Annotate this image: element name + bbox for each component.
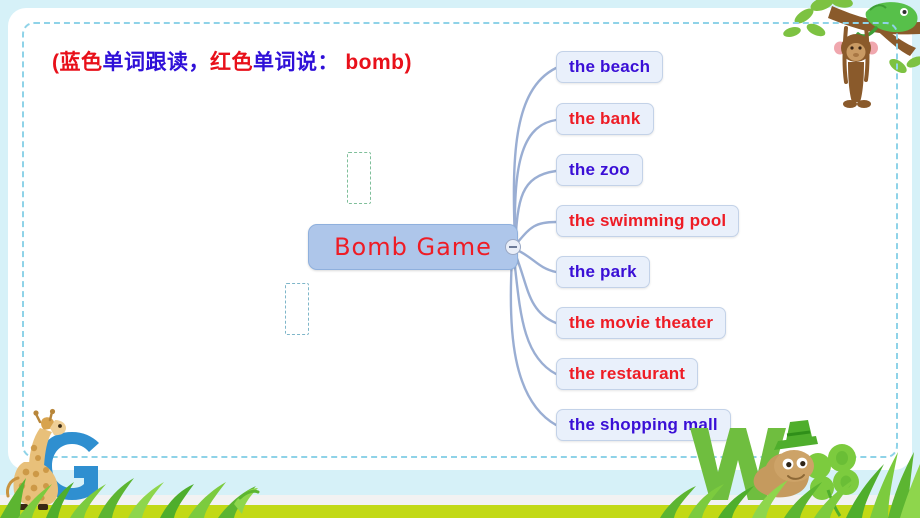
mindmap-center-node[interactable]: Bomb Game [308, 224, 518, 270]
title-segment-4: bomb) [339, 51, 412, 74]
bottom-lime-strip [0, 505, 920, 518]
slide-canvas: (蓝色单词跟读，红色单词说： bomb) Bomb Game the beach… [0, 0, 920, 518]
leaf-label: the movie theater [569, 313, 714, 332]
page-title: (蓝色单词跟读，红色单词说： bomb) [52, 46, 412, 76]
empty-placeholder-box-2[interactable] [285, 283, 309, 335]
mindmap-leaf-the-movie-theater[interactable]: the movie theater [556, 307, 727, 339]
center-node-label: Bomb Game [334, 233, 492, 261]
mindmap-leaf-the-bank[interactable]: the bank [556, 103, 654, 135]
title-segment-1: 单词跟读， [102, 51, 210, 74]
leaf-label: the shopping mall [569, 415, 718, 434]
title-segment-2: 红色 [210, 51, 253, 74]
mindmap-leaf-the-restaurant[interactable]: the restaurant [556, 358, 699, 390]
leaf-label: the beach [569, 57, 651, 76]
leaf-label: the swimming pool [569, 211, 727, 230]
mindmap-leaf-the-park[interactable]: the park [556, 256, 650, 288]
bottom-white-strip [0, 495, 920, 505]
mindmap-leaf-the-beach[interactable]: the beach [556, 51, 664, 83]
leaf-label: the zoo [569, 160, 630, 179]
leaf-label: the restaurant [569, 364, 686, 383]
title-segment-3: 单词说： [253, 51, 339, 74]
empty-placeholder-box-1[interactable] [347, 152, 371, 204]
leaf-label: the park [569, 262, 637, 281]
leaf-label: the bank [569, 109, 641, 128]
minus-circle-icon[interactable] [505, 239, 521, 255]
mindmap-leaf-the-zoo[interactable]: the zoo [556, 154, 643, 186]
title-segment-0: (蓝色 [52, 51, 103, 74]
mindmap-leaf-the-shopping-mall[interactable]: the shopping mall [556, 409, 731, 441]
mindmap-leaf-the-swimming-pool[interactable]: the swimming pool [556, 205, 740, 237]
